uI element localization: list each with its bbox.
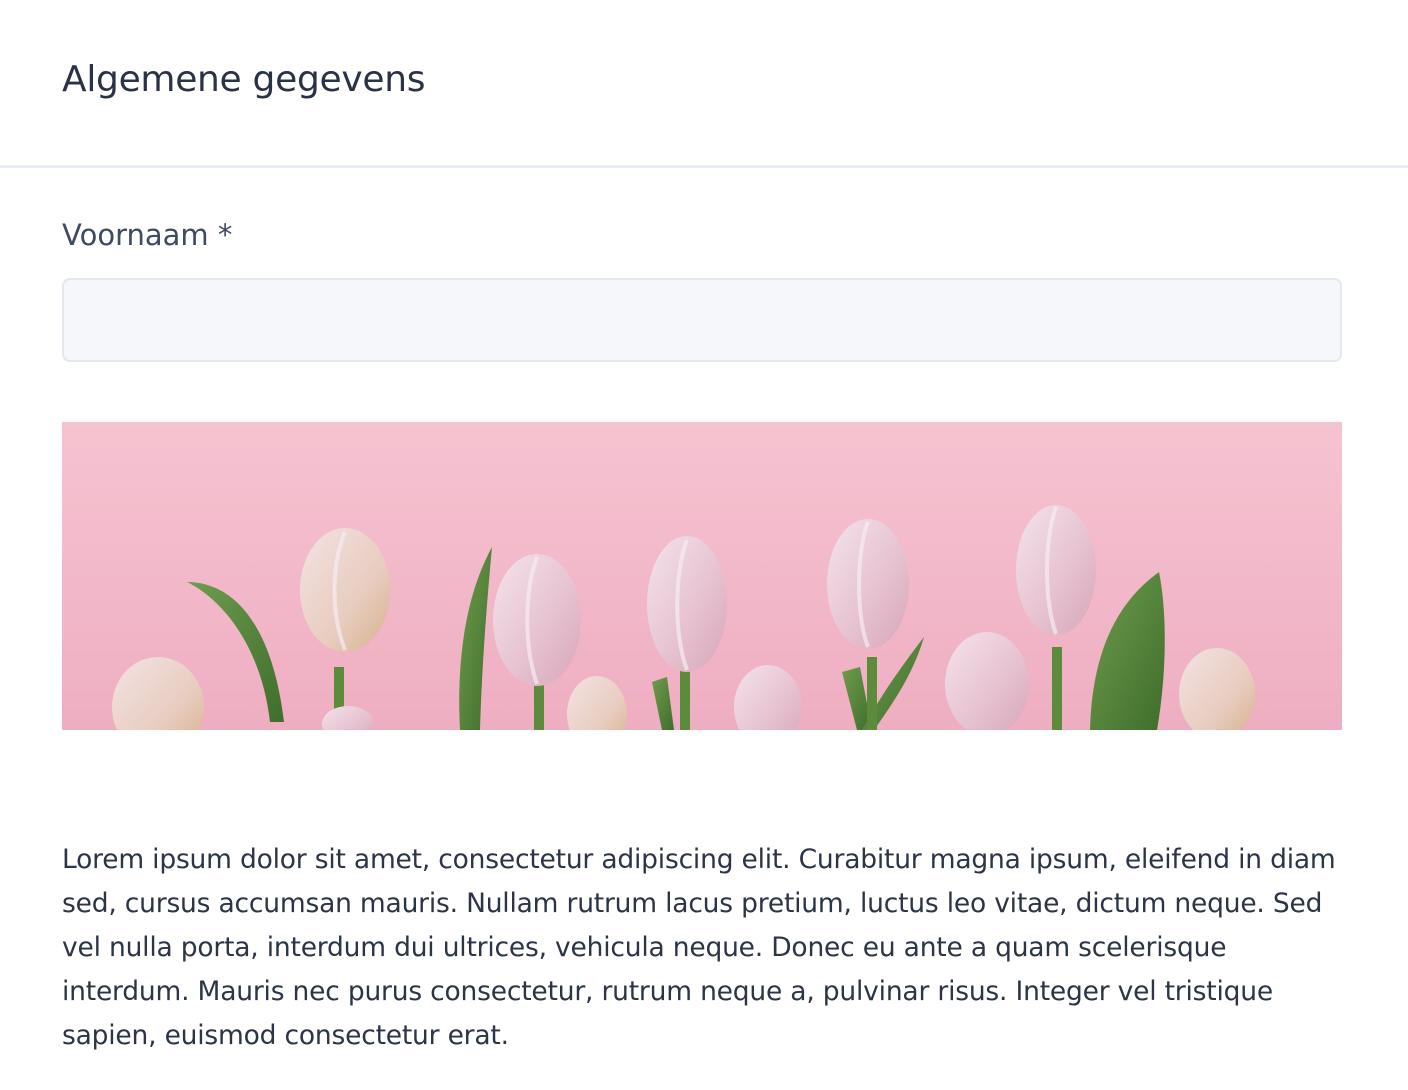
section-header: Algemene gegevens (0, 0, 1408, 168)
tulip-banner-image (62, 422, 1342, 730)
first-name-input[interactable] (62, 278, 1342, 362)
description-paragraph: Lorem ipsum dolor sit amet, consectetur … (62, 844, 1336, 1051)
section-title: Algemene gegevens (62, 59, 426, 100)
first-name-label: Voornaam * (62, 218, 233, 252)
